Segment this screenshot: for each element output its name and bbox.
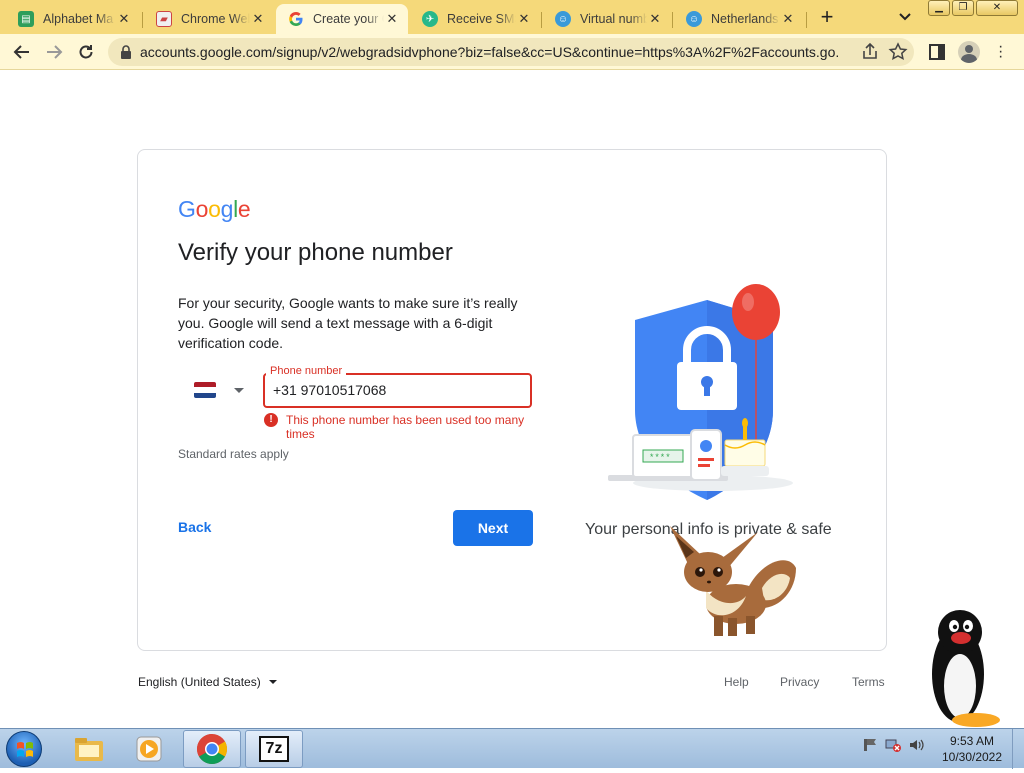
language-selector[interactable]: English (United States): [138, 675, 277, 689]
logo-letter: o: [208, 196, 221, 222]
back-button[interactable]: Back: [178, 519, 211, 535]
tab-divider: [541, 12, 542, 28]
netherlands-flag-icon[interactable]: [194, 382, 216, 398]
restore-button[interactable]: ❐: [952, 0, 974, 16]
sheet-favicon-icon: ▤: [18, 11, 34, 27]
tab-virtual-number[interactable]: ☺ Virtual numb ✕: [543, 4, 671, 34]
tab-alphabet[interactable]: ▤ Alphabet Ma ✕: [6, 4, 140, 34]
volume-icon[interactable]: [908, 737, 924, 753]
notification-flag-icon[interactable]: [862, 737, 878, 753]
tab-title: Create your G: [313, 12, 384, 26]
tab-title: Netherlands: [711, 12, 779, 26]
reload-button[interactable]: [74, 40, 98, 64]
window-controls: ▁ ❐ ✕: [928, 0, 1020, 18]
page-title: Verify your phone number: [178, 239, 453, 266]
profile-avatar-icon[interactable]: [958, 41, 980, 63]
start-button[interactable]: [6, 731, 42, 767]
tab-strip: ▤ Alphabet Ma ✕ ▰ Chrome Web ✕ Create yo…: [0, 0, 1024, 34]
error-icon: !: [264, 413, 278, 427]
forward-nav-button[interactable]: [42, 40, 66, 64]
clock-date: 10/30/2022: [941, 750, 1003, 764]
media-player-icon: [136, 736, 162, 762]
chrome-icon: [196, 734, 228, 765]
country-dropdown-caret-icon[interactable]: [234, 388, 244, 393]
tab-title: Receive SMS: [447, 12, 516, 26]
error-message: This phone number has been used too many…: [286, 413, 525, 441]
file-explorer-icon: [75, 738, 103, 761]
network-error-icon[interactable]: [885, 737, 901, 753]
close-tab-icon[interactable]: ✕: [250, 11, 266, 27]
taskbar-clock[interactable]: 9:53 AM 10/30/2022: [936, 733, 1008, 765]
kebab-menu-icon[interactable]: · · ·: [998, 39, 1003, 65]
privacy-link[interactable]: Privacy: [780, 675, 819, 689]
tab-netherlands[interactable]: ☺ Netherlands ✕: [674, 4, 804, 34]
next-button[interactable]: Next: [453, 510, 533, 546]
tab-title: Alphabet Ma: [43, 12, 114, 26]
reload-icon: [79, 45, 93, 59]
close-tab-icon[interactable]: ✕: [516, 11, 532, 27]
pingu-desktop-pet-icon[interactable]: [928, 604, 1004, 728]
tab-chrome-web-store[interactable]: ▰ Chrome Web ✕: [144, 4, 274, 34]
windows-logo-icon: [17, 742, 33, 757]
help-link[interactable]: Help: [724, 675, 749, 689]
sms-favicon-icon: ✈: [422, 11, 438, 27]
phone-number-input[interactable]: +31 97010517068: [273, 382, 386, 398]
address-bar[interactable]: accounts.google.com/signup/v2/webgradsid…: [108, 38, 914, 66]
taskbar-file-explorer[interactable]: [60, 730, 118, 768]
logo-letter: g: [220, 196, 234, 222]
logo-letter: G: [178, 196, 196, 222]
language-caret-icon: [268, 680, 277, 684]
security-shield-illustration: ****: [608, 284, 793, 500]
close-window-button[interactable]: ✕: [976, 0, 1018, 16]
browser-toolbar: accounts.google.com/signup/v2/webgradsid…: [0, 34, 1024, 70]
chat-favicon-icon: ☺: [555, 11, 571, 27]
close-tab-icon[interactable]: ✕: [116, 11, 132, 27]
windows-taskbar: 7z 9:53 AM 10/30/2022: [0, 728, 1024, 769]
phone-number-label: Phone number: [266, 365, 347, 377]
close-tab-icon[interactable]: ✕: [384, 11, 400, 27]
taskbar-chrome[interactable]: [183, 730, 241, 768]
bookmark-star-icon[interactable]: [888, 42, 908, 62]
arrow-left-icon: [13, 45, 29, 59]
signup-card: Google Verify your phone number For your…: [137, 149, 887, 651]
tab-receive-sms[interactable]: ✈ Receive SMS ✕: [410, 4, 540, 34]
taskbar-media-player[interactable]: [120, 730, 178, 768]
logo-letter: e: [237, 196, 251, 222]
new-tab-button[interactable]: +: [814, 5, 840, 31]
logo-letter: o: [195, 196, 209, 222]
eevee-desktop-pet-icon[interactable]: [666, 522, 798, 640]
tab-title: Chrome Web: [181, 12, 250, 26]
show-desktop-button[interactable]: [1012, 729, 1024, 769]
side-panel-icon[interactable]: [928, 43, 946, 61]
arrow-right-icon: [47, 45, 63, 59]
google-favicon-icon: [288, 11, 304, 27]
terms-link[interactable]: Terms: [852, 675, 885, 689]
minimize-button[interactable]: ▁: [928, 0, 950, 16]
url-text[interactable]: accounts.google.com/signup/v2/webgradsid…: [140, 44, 840, 60]
tab-search-chevron-icon[interactable]: [896, 8, 914, 26]
tab-divider: [806, 12, 807, 28]
close-tab-icon[interactable]: ✕: [780, 11, 796, 27]
lock-icon[interactable]: [120, 45, 132, 59]
clock-time: 9:53 AM: [949, 734, 995, 748]
taskbar-7zip[interactable]: 7z: [245, 730, 303, 768]
tab-create-account[interactable]: Create your G ✕: [276, 4, 408, 34]
language-label: English (United States): [138, 675, 261, 689]
close-tab-icon[interactable]: ✕: [647, 11, 663, 27]
password-mask-text: ****: [649, 453, 671, 463]
7zip-icon: 7z: [259, 736, 289, 762]
standard-rates-note: Standard rates apply: [178, 447, 289, 461]
tab-divider: [672, 12, 673, 28]
chrome-webstore-favicon-icon: ▰: [156, 11, 172, 27]
back-nav-button[interactable]: [10, 40, 34, 64]
tab-divider: [142, 12, 143, 28]
tab-title: Virtual numb: [580, 12, 647, 26]
google-logo: Google: [178, 196, 251, 223]
share-icon[interactable]: [860, 42, 880, 62]
system-tray: [862, 737, 924, 753]
page-description: For your security, Google wants to make …: [178, 295, 518, 351]
chat-favicon-icon: ☺: [686, 11, 702, 27]
